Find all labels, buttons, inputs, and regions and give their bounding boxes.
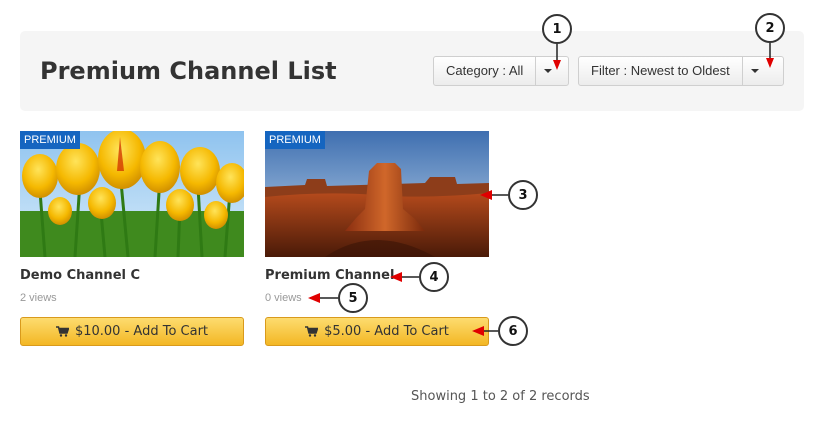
channel-title[interactable]: Premium Channel: [265, 268, 394, 283]
channel-thumbnail[interactable]: PREMIUM: [20, 131, 244, 257]
add-to-cart-button[interactable]: $10.00 - Add To Cart: [20, 317, 244, 346]
category-dropdown-label[interactable]: Category : All: [434, 57, 535, 85]
callout-2: 2: [755, 13, 785, 43]
callout-4: 4: [419, 262, 449, 292]
cart-icon: [305, 326, 319, 337]
callout-1: 1: [542, 14, 572, 44]
callout-3: 3: [508, 180, 538, 210]
channel-views: 0 views: [265, 292, 302, 304]
desert-image: [265, 131, 489, 257]
add-to-cart-button[interactable]: $5.00 - Add To Cart: [265, 317, 489, 346]
callout-5: 5: [338, 283, 368, 313]
channel-card: PREMIUM Premium Channel 0 views $5.00 - …: [265, 131, 489, 346]
premium-badge: PREMIUM: [20, 131, 80, 149]
premium-badge: PREMIUM: [265, 131, 325, 149]
channel-thumbnail[interactable]: PREMIUM: [265, 131, 489, 257]
channel-views: 2 views: [20, 292, 57, 304]
add-to-cart-label: $5.00 - Add To Cart: [324, 324, 449, 339]
caret-down-icon: [750, 69, 759, 73]
page-title: Premium Channel List: [40, 57, 337, 85]
channel-title[interactable]: Demo Channel C: [20, 268, 140, 283]
filter-caret-button[interactable]: [741, 57, 767, 85]
tulips-image: [20, 131, 244, 257]
category-caret-button[interactable]: [535, 57, 560, 85]
channel-card: PREMIUM Demo Channel C 2 views $10.00 - …: [20, 131, 244, 346]
category-dropdown[interactable]: Category : All: [433, 56, 569, 86]
header-panel: Premium Channel List Category : All Filt…: [20, 31, 804, 111]
cart-icon: [55, 326, 69, 337]
records-summary: Showing 1 to 2 of 2 records: [411, 389, 590, 404]
add-to-cart-label: $10.00 - Add To Cart: [74, 324, 209, 339]
filter-dropdown[interactable]: Filter : Newest to Oldest: [578, 56, 784, 86]
callout-6: 6: [498, 316, 528, 346]
filter-dropdown-label[interactable]: Filter : Newest to Oldest: [579, 57, 742, 85]
caret-down-icon: [544, 69, 553, 73]
